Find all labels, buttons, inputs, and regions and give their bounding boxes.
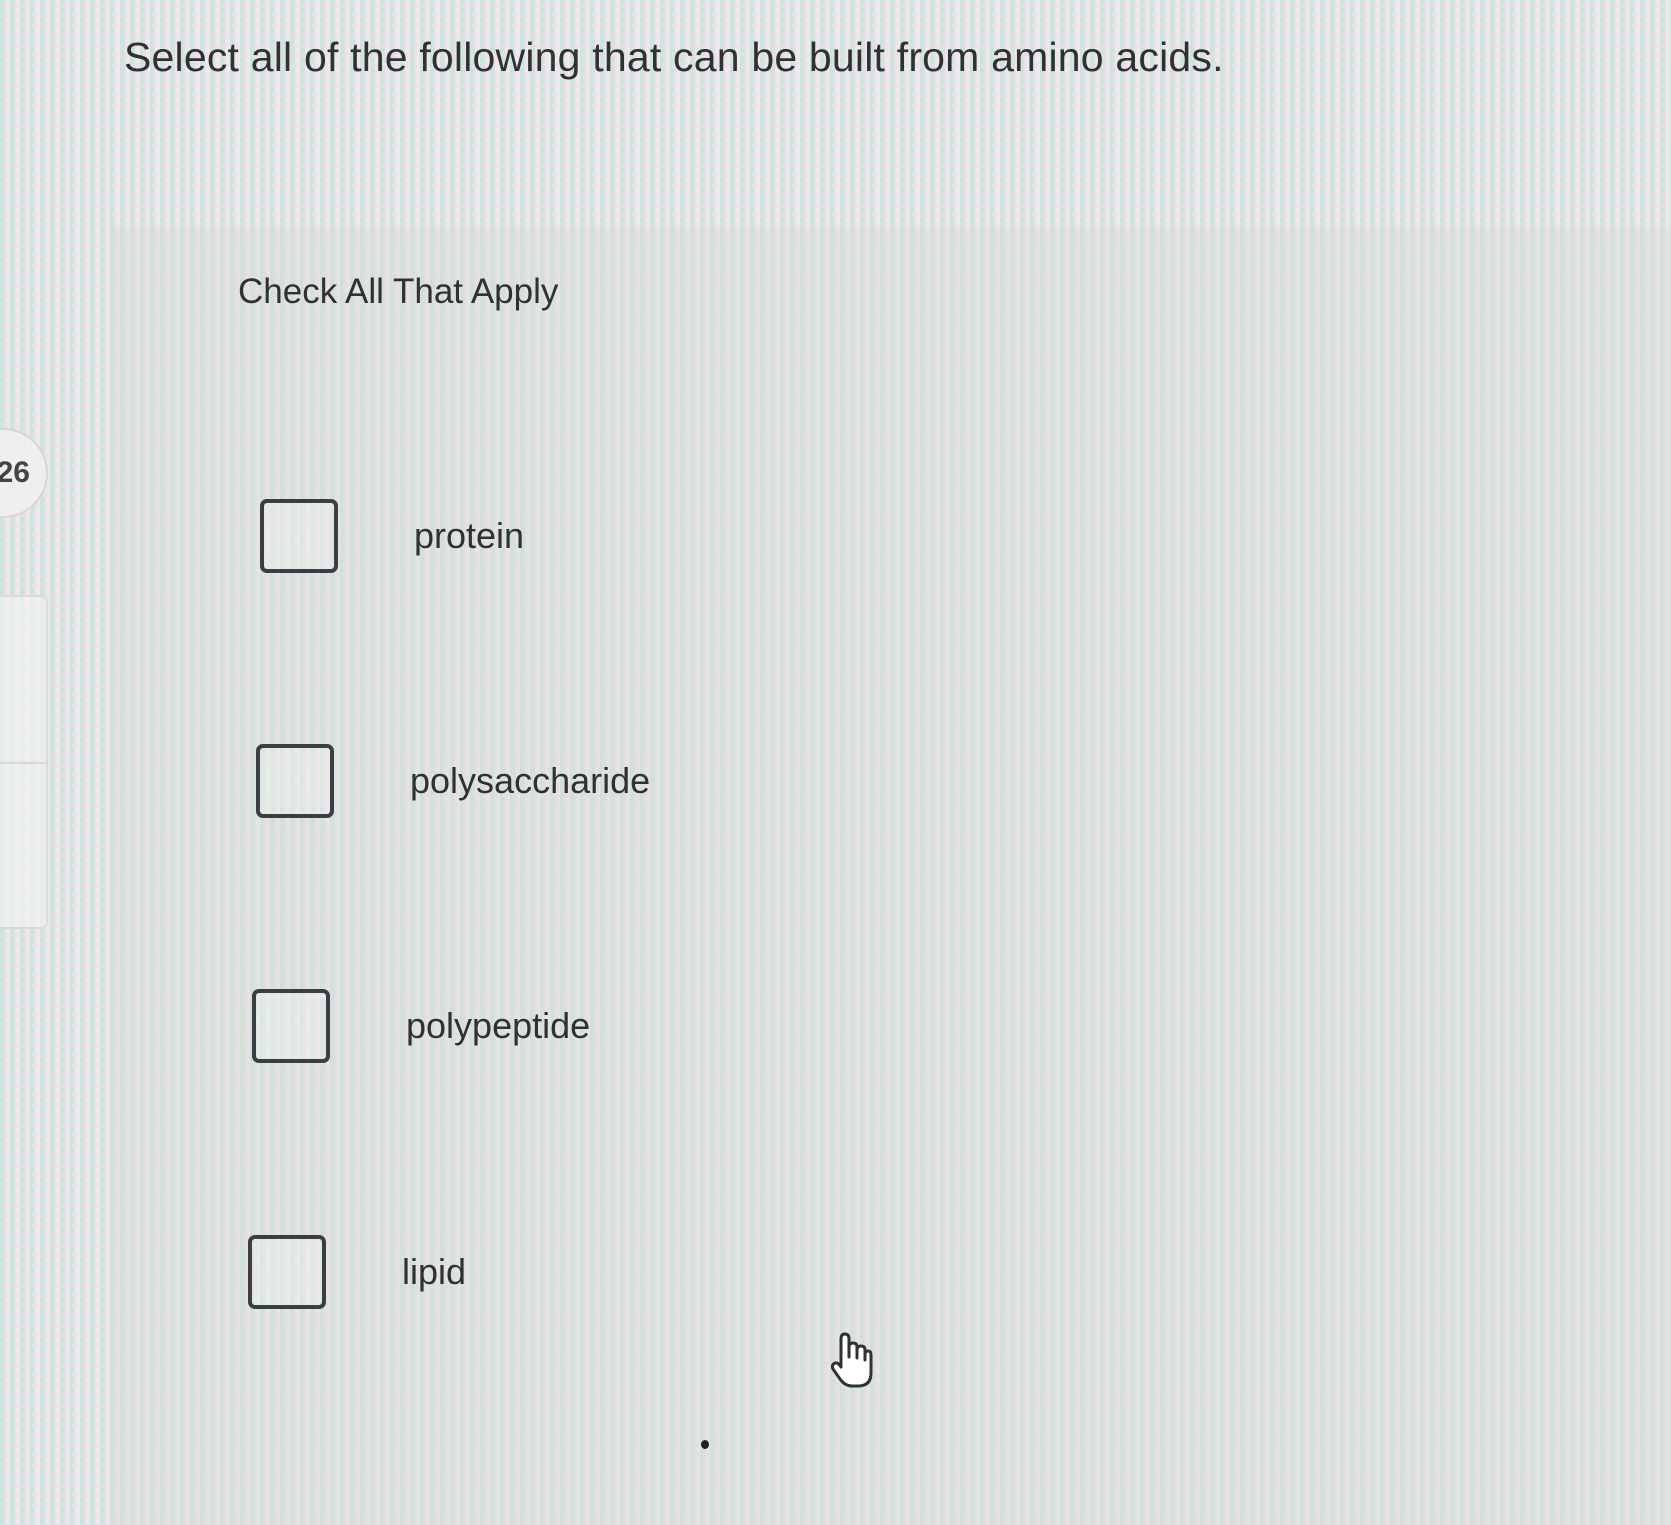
- answer-option-label: protein: [414, 515, 525, 556]
- answer-checkbox[interactable]: [260, 499, 338, 573]
- question-number-badge: 26: [0, 428, 48, 518]
- answer-option-protein[interactable]: protein: [260, 496, 524, 576]
- answer-option-lipid[interactable]: lipid: [248, 1232, 466, 1312]
- question-text: Select all of the following that can be …: [124, 34, 1224, 80]
- answer-options: protein polysaccharide polypeptide lipid: [110, 228, 1671, 1525]
- answer-checkbox[interactable]: [248, 1235, 326, 1309]
- answer-option-polypeptide[interactable]: polypeptide: [252, 986, 590, 1066]
- quiz-page: 26 Select all of the following that can …: [0, 0, 1671, 1525]
- answer-option-polysaccharide[interactable]: polysaccharide: [256, 741, 650, 821]
- side-navigation-panel: [0, 595, 48, 929]
- question-number: 26: [0, 456, 30, 489]
- side-panel-divider: [0, 762, 46, 764]
- answer-checkbox[interactable]: [256, 744, 334, 818]
- answer-option-label: lipid: [402, 1251, 467, 1292]
- answer-panel: Check All That Apply protein polysacchar…: [110, 228, 1671, 1525]
- screen-speck: [701, 1440, 709, 1449]
- answer-option-label: polysaccharide: [410, 760, 651, 801]
- answer-checkbox[interactable]: [252, 989, 330, 1063]
- hand-pointer-icon: [830, 1332, 873, 1388]
- answer-option-label: polypeptide: [406, 1005, 591, 1046]
